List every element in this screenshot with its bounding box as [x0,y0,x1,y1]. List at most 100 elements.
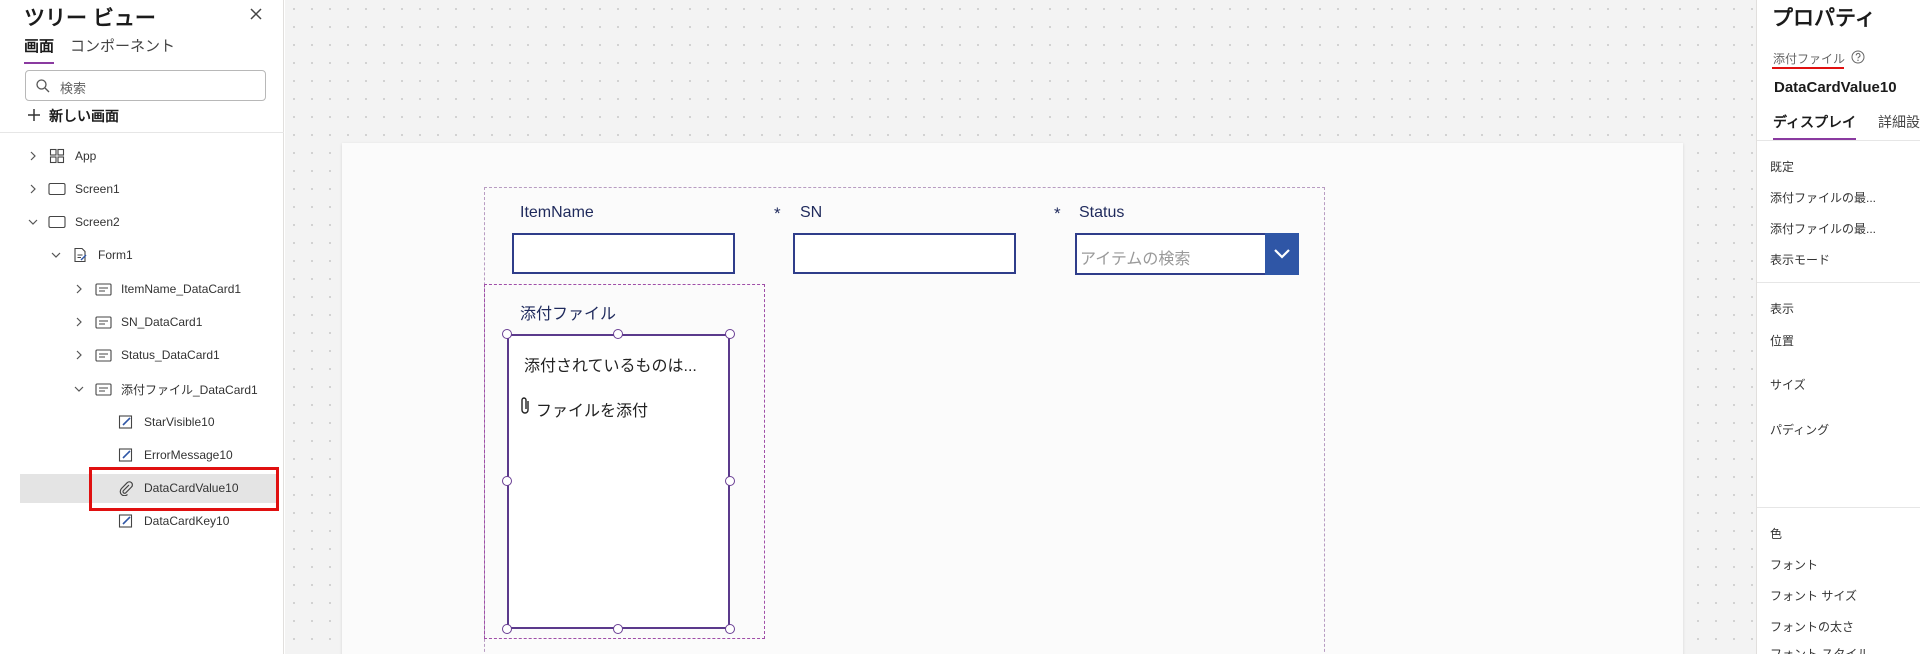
divider [1757,282,1920,283]
label-edit-icon [117,414,135,430]
resize-handle[interactable] [502,476,512,486]
prop-font-style[interactable]: フォント スタイル [1770,645,1869,654]
chevron-down-icon[interactable] [1265,233,1299,275]
resize-handle[interactable] [725,476,735,486]
prop-max-attachments[interactable]: 添付ファイルの最... [1770,189,1876,206]
tree-item-label: ItemName_DataCard1 [121,282,242,296]
tree-item-status-datacard[interactable]: Status_DataCard1 [72,342,220,368]
prop-font-size[interactable]: フォント サイズ [1770,587,1857,604]
resize-handle[interactable] [502,329,512,339]
label-edit-icon [117,513,135,529]
resize-handle[interactable] [613,624,623,634]
control-type: 添付ファイル [1773,50,1865,67]
attachment-control[interactable]: 添付されているものは... ファイルを添付 [507,334,730,629]
chevron-down-icon[interactable] [49,251,63,259]
paperclip-icon [518,396,532,421]
chevron-right-icon[interactable] [26,151,40,161]
chevron-down-icon[interactable] [26,218,40,226]
tab-display[interactable]: ディスプレイ [1773,112,1857,140]
status-placeholder: アイテムの検索 [1080,251,1191,268]
tree-item-sn-datacard[interactable]: SN_DataCard1 [72,309,202,335]
tab-advanced[interactable]: 詳細設定 [1878,112,1920,140]
new-screen-label: 新しい画面 [49,108,119,124]
prop-padding[interactable]: パディング [1770,421,1829,438]
tree-item-screen2[interactable]: Screen2 [26,209,120,235]
tree-item-label: Screen2 [75,215,120,229]
design-canvas[interactable]: ItemName * SN * Status アイテムの検索 添付ファイル 添付… [285,0,1756,654]
required-star: * [1054,204,1061,223]
status-combobox[interactable]: アイテムの検索 [1075,233,1299,275]
chevron-right-icon[interactable] [26,184,40,194]
chevron-right-icon[interactable] [72,317,86,327]
tree-item-label: 添付ファイル_DataCard1 [121,382,258,397]
tree-item-app[interactable]: App [26,143,96,169]
tree-tabs: 画面 コンポーネント [24,35,175,64]
search-placeholder: 検索 [60,81,87,96]
screen-icon [48,214,66,230]
help-icon[interactable] [1851,50,1865,67]
attachment-empty-message: 添付されているものは... [524,358,697,375]
tree-item-attachment-datacard[interactable]: 添付ファイル_DataCard1 [72,376,258,402]
required-star: * [774,204,781,223]
tree-view-panel: ツリー ビュー 画面 コンポーネント 検索 新しい画面 App Screen1 … [0,0,284,654]
label-edit-icon [117,447,135,463]
divider [0,132,284,133]
tree-item-label: DataCardKey10 [144,514,230,528]
tab-screens[interactable]: 画面 [24,35,55,64]
properties-tabs: ディスプレイ 詳細設定 [1773,112,1920,140]
tree-item-label: ErrorMessage10 [144,448,233,462]
sn-input[interactable] [793,233,1016,274]
prop-color[interactable]: 色 [1770,525,1782,542]
datacard-icon [94,314,112,330]
prop-font-weight[interactable]: フォントの太さ [1770,618,1854,635]
sn-label: SN [800,204,823,221]
plus-icon [27,108,41,125]
prop-size[interactable]: サイズ [1770,376,1806,393]
resize-handle[interactable] [613,329,623,339]
properties-panel: プロパティ 添付ファイル DataCardValue10 ディスプレイ 詳細設定… [1756,0,1920,654]
search-icon [35,78,51,99]
tab-components[interactable]: コンポーネント [70,35,175,64]
control-type-underline [1772,67,1844,69]
chevron-right-icon[interactable] [72,350,86,360]
attachment-label: 添付ファイル [520,306,617,323]
control-name: DataCardValue10 [1774,79,1897,96]
tree-item-starvisible[interactable]: StarVisible10 [117,409,215,435]
prop-visible[interactable]: 表示 [1770,300,1794,317]
tree-item-label: SN_DataCard1 [121,315,203,329]
app-screen[interactable]: ItemName * SN * Status アイテムの検索 添付ファイル 添付… [342,143,1683,654]
tree-item-datacardkey[interactable]: DataCardKey10 [117,508,229,534]
close-icon[interactable] [246,4,266,24]
screen-icon [48,181,66,197]
resize-handle[interactable] [725,624,735,634]
attach-file-label: ファイルを添付 [536,402,649,420]
tree-item-label: StarVisible10 [144,415,215,429]
tree-item-label: Form1 [98,248,133,262]
chevron-right-icon[interactable] [72,284,86,294]
tree-item-screen1[interactable]: Screen1 [26,176,120,202]
datacard-icon [94,347,112,363]
datacard-icon [94,381,112,397]
chevron-down-icon[interactable] [72,385,86,393]
search-input[interactable]: 検索 [25,70,266,101]
resize-handle[interactable] [725,329,735,339]
tree-item-itemname-datacard[interactable]: ItemName_DataCard1 [72,276,241,302]
prop-font[interactable]: フォント [1770,556,1818,573]
prop-default[interactable]: 既定 [1770,158,1794,175]
control-type-label: 添付ファイル [1773,52,1846,66]
prop-position[interactable]: 位置 [1770,332,1794,349]
resize-handle[interactable] [502,624,512,634]
attach-file-link[interactable]: ファイルを添付 [518,396,648,421]
form-icon [71,247,89,263]
prop-max-attachment-size[interactable]: 添付ファイルの最... [1770,220,1876,237]
tree-item-errormessage[interactable]: ErrorMessage10 [117,442,233,468]
new-screen-button[interactable]: 新しい画面 [27,106,119,126]
datacard-icon [94,281,112,297]
itemname-label: ItemName [520,204,594,221]
tree-item-label: Screen1 [75,182,120,196]
itemname-input[interactable] [512,233,735,274]
app-grid-icon [48,148,66,164]
properties-title: プロパティ [1772,7,1876,30]
tree-item-form1[interactable]: Form1 [49,242,133,268]
prop-display-mode[interactable]: 表示モード [1770,251,1830,268]
